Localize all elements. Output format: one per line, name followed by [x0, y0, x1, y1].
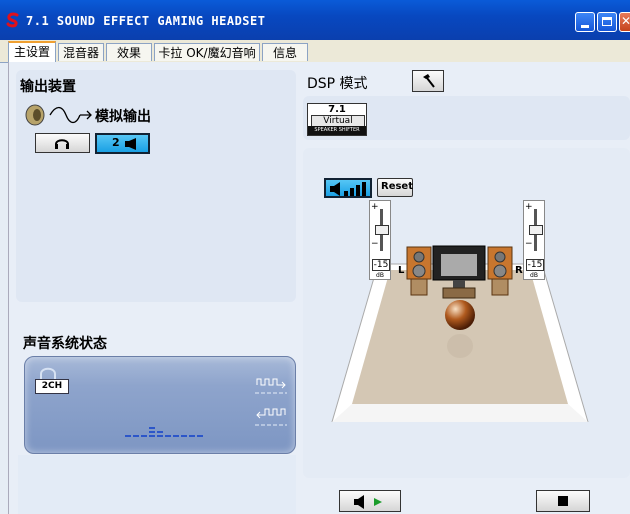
signal-in-icon: [255, 408, 287, 426]
speaker-output-button[interactable]: 2: [95, 133, 150, 154]
volume-mode-button[interactable]: [324, 178, 372, 198]
speaker-output-label: 2: [112, 136, 120, 149]
speaker-icon: [125, 138, 136, 150]
badge-bottom-label: SPEAKER SHIFTER: [308, 126, 366, 135]
speaker-cone-icon: [25, 104, 45, 126]
badge-top-label: 7.1: [328, 104, 346, 115]
tab-mixer[interactable]: 混音器: [58, 43, 104, 61]
right-db-unit: dB: [530, 272, 538, 279]
minimize-button[interactable]: [575, 12, 595, 32]
left-db-value: -15: [372, 259, 390, 271]
left-slider-plus: +: [371, 202, 379, 212]
status-lower-panel: [18, 455, 296, 514]
title-bar[interactable]: 7.1 SOUND EFFECT GAMING HEADSET ✕: [0, 0, 630, 41]
headphone-icon: [55, 139, 69, 149]
left-speaker-icon[interactable]: [405, 245, 433, 297]
close-icon: ✕: [621, 14, 630, 28]
minimize-icon: [581, 25, 589, 28]
left-volume-slider[interactable]: + − -15 dB: [369, 200, 391, 280]
sound-system-status-heading: 声音系统状态: [23, 336, 107, 352]
play-test-button[interactable]: [339, 490, 401, 512]
stop-button[interactable]: [536, 490, 590, 512]
tab-karaoke[interactable]: 卡拉 OK/魔幻音响: [154, 43, 260, 61]
left-slider-thumb[interactable]: [375, 225, 389, 235]
left-db-unit: dB: [376, 272, 384, 279]
headphone-status-icon: [40, 367, 56, 379]
app-window: 7.1 SOUND EFFECT GAMING HEADSET ✕ 主设置 混音…: [0, 0, 630, 514]
right-slider-minus: −: [525, 239, 533, 249]
output-device-label: 模拟输出: [95, 109, 151, 125]
sound-system-status-display: 2CH: [24, 356, 296, 454]
close-button[interactable]: ✕: [619, 12, 630, 32]
tab-effects[interactable]: 效果: [106, 43, 152, 61]
dsp-mode-heading: DSP 模式: [307, 76, 368, 92]
reset-button[interactable]: Reset: [377, 178, 413, 197]
tab-bar: 主设置 混音器 效果 卡拉 OK/魔幻音响 信息: [0, 40, 630, 63]
right-db-value: -15: [526, 259, 544, 271]
headphone-output-button[interactable]: [35, 133, 90, 153]
app-logo-icon: [6, 12, 19, 28]
hammer-icon: [423, 74, 435, 88]
maximize-button[interactable]: [597, 12, 617, 32]
reset-label: Reset: [381, 181, 413, 192]
maximize-icon: [602, 17, 612, 26]
volume-bars-icon: [330, 182, 366, 196]
right-volume-slider[interactable]: + − -15 dB: [523, 200, 545, 280]
left-slider-minus: −: [371, 239, 379, 249]
output-device-heading: 输出装置: [20, 79, 76, 95]
right-speaker-icon[interactable]: [486, 245, 514, 297]
virtual-speaker-shifter-badge[interactable]: 7.1 Virtual SPEAKER SHIFTER: [307, 103, 367, 136]
tab-info[interactable]: 信息: [262, 43, 308, 61]
channel-badge: 2CH: [35, 379, 69, 394]
right-slider-thumb[interactable]: [529, 225, 543, 235]
signal-out-icon: [255, 378, 287, 394]
right-channel-label: R: [515, 265, 523, 276]
dsp-tool-button[interactable]: [412, 70, 444, 92]
listener-sphere-icon[interactable]: [443, 298, 477, 362]
output-device-panel: [16, 70, 296, 302]
right-slider-plus: +: [525, 202, 533, 212]
monitor-icon: [432, 245, 486, 299]
window-title: 7.1 SOUND EFFECT GAMING HEADSET: [26, 14, 266, 28]
tab-main-settings[interactable]: 主设置: [8, 41, 56, 63]
speaker-play-icon: [354, 495, 382, 509]
stop-icon: [558, 496, 568, 506]
left-channel-label: L: [398, 265, 405, 276]
analog-wave-icon: [49, 106, 92, 124]
level-meter-icon: [125, 427, 203, 437]
